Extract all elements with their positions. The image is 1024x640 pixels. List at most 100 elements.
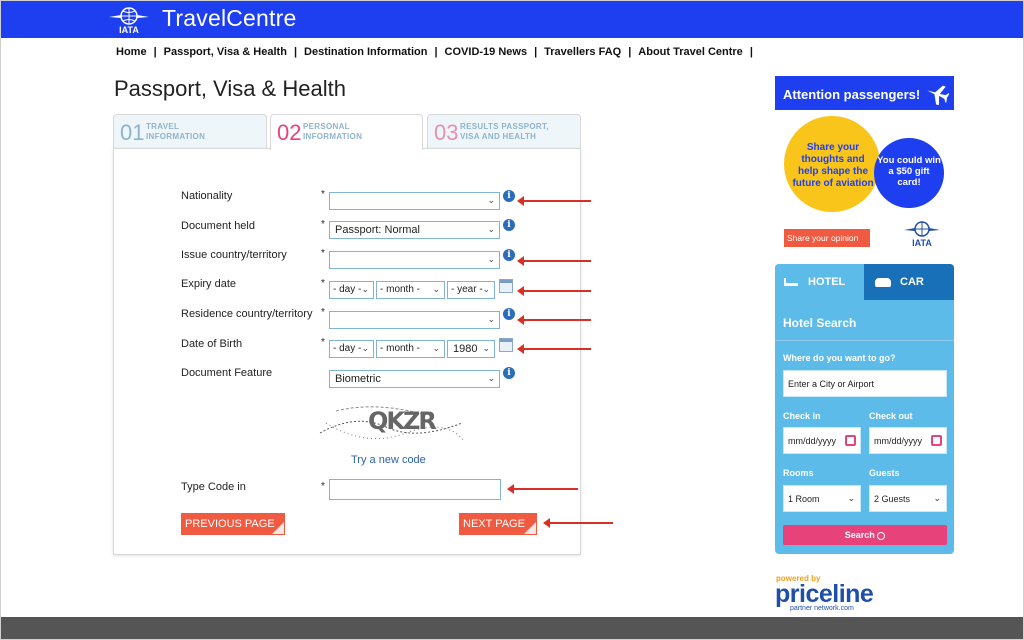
dob-year-select[interactable]: 1980 ⌄	[447, 340, 495, 358]
info-icon[interactable]: i	[503, 308, 515, 320]
document-held-label: Document held	[181, 220, 255, 232]
survey-text: Share your thoughts and help shape the f…	[792, 142, 874, 189]
share-opinion-button[interactable]: Share your opinion	[784, 229, 870, 247]
required-mark: *	[321, 337, 325, 348]
divider	[775, 340, 954, 341]
iata-logo-icon: IATA	[904, 221, 940, 248]
checkout-label: Check out	[869, 411, 913, 421]
main-nav: Home | Passport, Visa & Health | Destination…	[116, 46, 760, 58]
residence-country-select[interactable]: ⌄	[329, 311, 500, 329]
annotation-arrow-icon	[517, 286, 591, 296]
issue-country-select[interactable]: ⌄	[329, 251, 500, 269]
step-label: TRAVEL INFORMATION	[146, 122, 206, 141]
step-number: 02	[277, 120, 302, 145]
nav-separator: |	[293, 46, 298, 58]
required-mark: *	[321, 219, 325, 230]
step-number: 03	[434, 120, 459, 145]
info-icon[interactable]: i	[503, 249, 515, 261]
dob-day-select[interactable]: - day - ⌄	[329, 340, 374, 358]
dob-month-select[interactable]: - month - ⌄	[376, 340, 445, 358]
chevron-down-icon: ⌄	[487, 254, 495, 264]
tab-car[interactable]: CAR	[864, 264, 954, 300]
iata-logo-icon[interactable]: IATA	[109, 6, 149, 34]
tab-hotel[interactable]: HOTEL	[775, 264, 864, 300]
nationality-select[interactable]: ⌄	[329, 192, 500, 210]
annotation-arrow-icon	[507, 484, 578, 494]
document-feature-select[interactable]: Biometric ⌄	[329, 370, 500, 388]
hotel-search-widget: HOTEL CAR Hotel Search Where do you want…	[775, 264, 954, 554]
captcha-image: QKZR	[319, 406, 465, 442]
nav-separator: |	[434, 46, 438, 58]
chevron-down-icon: ⌄	[361, 284, 369, 294]
step-label: RESULTS PASSPORT, VISA AND HEALTH	[460, 122, 549, 141]
chevron-down-icon: ⌄	[487, 224, 495, 234]
chevron-down-icon: ⌄	[432, 343, 440, 353]
nav-about-travel-centre[interactable]: About Travel Centre	[638, 46, 743, 58]
residence-country-label: Residence country/territory	[181, 308, 313, 320]
hotel-search-button[interactable]: Search	[783, 525, 947, 545]
attention-banner[interactable]: Attention passengers!	[775, 76, 954, 110]
corner-icon	[524, 522, 536, 534]
chevron-down-icon: ⌄	[487, 373, 495, 383]
destination-input[interactable]: Enter a City or Airport	[783, 370, 947, 397]
destination-label: Where do you want to go?	[783, 353, 896, 363]
nav-destination-information[interactable]: Destination Information	[304, 46, 427, 58]
nav-separator: |	[534, 46, 538, 58]
calendar-icon[interactable]	[499, 279, 513, 293]
nav-separator: |	[628, 46, 632, 58]
annotation-arrow-icon	[517, 315, 591, 325]
type-code-label: Type Code in	[181, 481, 246, 493]
giftcard-text: You could win a $50 gift card!	[877, 155, 941, 188]
required-mark: *	[321, 278, 325, 289]
guests-select[interactable]: 2 Guests ⌄	[869, 485, 947, 512]
required-mark: *	[321, 481, 325, 492]
guests-label: Guests	[869, 468, 900, 478]
annotation-arrow-icon	[517, 256, 591, 266]
document-held-select[interactable]: Passport: Normal ⌄	[329, 221, 500, 239]
next-page-button[interactable]: NEXT PAGE	[459, 513, 537, 535]
footer-bar	[1, 617, 1023, 639]
tab-step-3[interactable]: 03 RESULTS PASSPORT, VISA AND HEALTH	[427, 114, 581, 148]
logo-text: IATA	[912, 238, 932, 248]
nav-home[interactable]: Home	[116, 46, 147, 58]
chevron-down-icon: ⌄	[432, 284, 440, 294]
date-of-birth-label: Date of Birth	[181, 338, 243, 350]
nav-travellers-faq[interactable]: Travellers FAQ	[544, 46, 621, 58]
checkout-input[interactable]: mm/dd/yyyy	[869, 427, 947, 454]
priceline-tagline: partner network.com	[790, 605, 854, 612]
expiry-month-select[interactable]: - month - ⌄	[376, 281, 445, 299]
required-mark: *	[321, 307, 325, 318]
nav-separator: |	[749, 46, 753, 58]
info-icon[interactable]: i	[503, 367, 515, 379]
info-icon[interactable]: i	[503, 190, 515, 202]
document-feature-label: Document Feature	[181, 367, 273, 379]
hotel-search-title: Hotel Search	[783, 316, 857, 330]
chevron-down-icon: ⌄	[933, 493, 941, 503]
nav-covid-news[interactable]: COVID-19 News	[445, 46, 528, 58]
checkin-input[interactable]: mm/dd/yyyy	[783, 427, 861, 454]
step-number: 01	[120, 120, 145, 145]
tab-step-2[interactable]: 02 PERSONAL INFORMATION	[270, 114, 423, 150]
rooms-select[interactable]: 1 Room ⌄	[783, 485, 861, 512]
logo-text: IATA	[119, 25, 139, 34]
captcha-code-input[interactable]	[329, 479, 501, 500]
calendar-icon[interactable]	[499, 338, 513, 352]
required-mark: *	[321, 248, 325, 259]
expiry-year-select[interactable]: - year - ⌄	[447, 281, 495, 299]
chevron-down-icon: ⌄	[487, 314, 495, 324]
info-icon[interactable]: i	[503, 219, 515, 231]
nationality-label: Nationality	[181, 190, 233, 202]
checkin-label: Check in	[783, 411, 821, 421]
chevron-down-icon: ⌄	[487, 195, 495, 205]
site-title[interactable]: TravelCentre	[162, 5, 296, 32]
previous-page-button[interactable]: PREVIOUS PAGE	[181, 513, 285, 535]
issue-country-label: Issue country/territory	[181, 249, 287, 261]
required-mark: *	[321, 189, 325, 200]
expiry-day-select[interactable]: - day - ⌄	[329, 281, 374, 299]
captcha-text: QKZR	[368, 407, 436, 435]
nav-passport-visa-health[interactable]: Passport, Visa & Health	[164, 46, 287, 58]
annotation-arrow-icon	[517, 344, 591, 354]
new-code-link[interactable]: Try a new code	[351, 454, 426, 466]
annotation-arrow-icon	[517, 196, 591, 206]
tab-step-1[interactable]: 01 TRAVEL INFORMATION	[113, 114, 267, 148]
